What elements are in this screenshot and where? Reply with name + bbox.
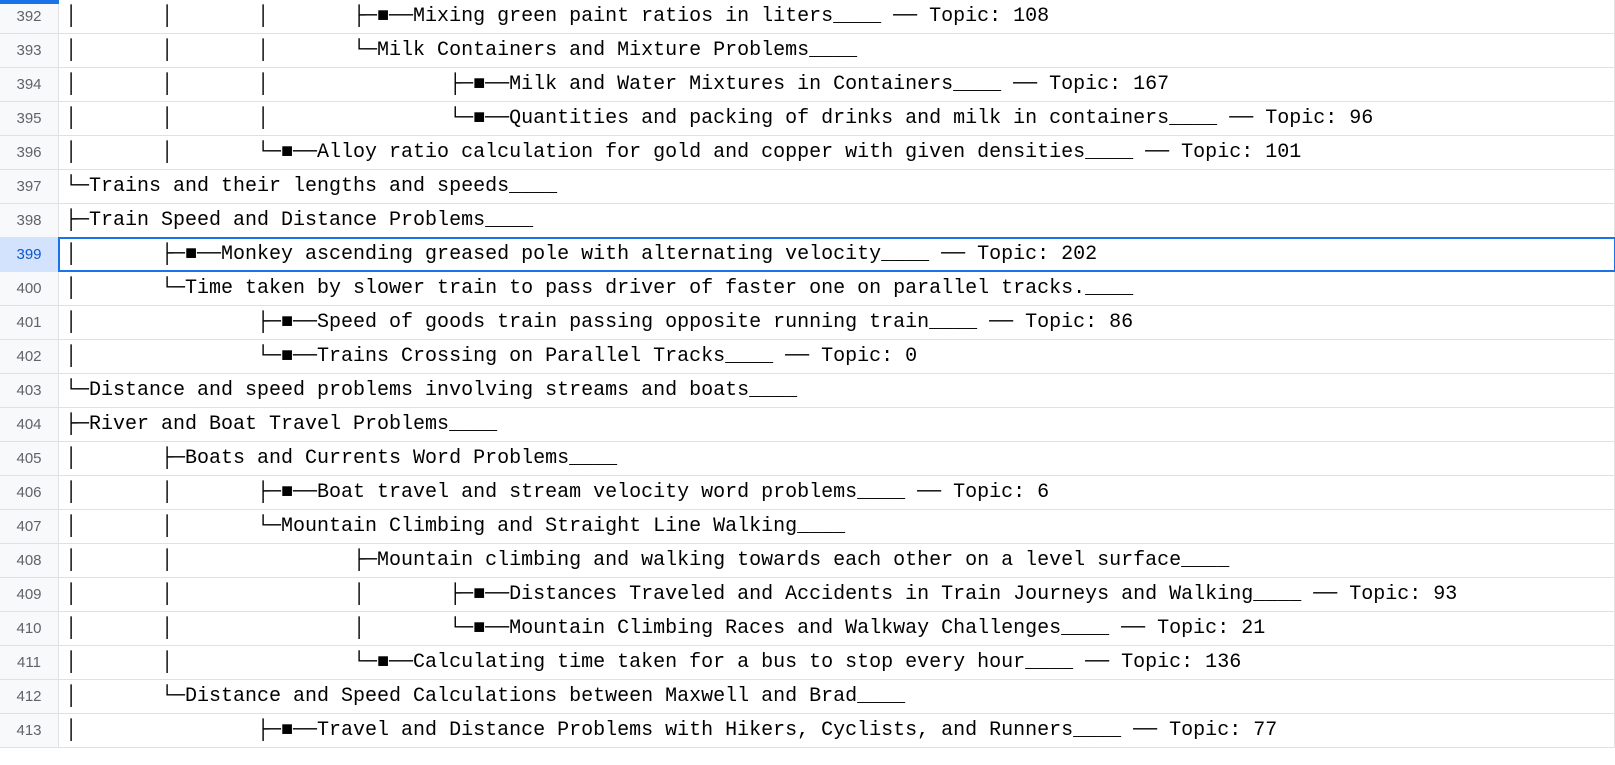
cell-content[interactable]: │ │ │ └─■──Quantities and packing of dri…: [59, 102, 1615, 135]
table-row[interactable]: 406│ │ ├─■──Boat travel and stream veloc…: [0, 476, 1615, 510]
cell-content[interactable]: │ │ │ └─■──Mountain Climbing Races and W…: [59, 612, 1615, 645]
table-row[interactable]: 403└─Distance and speed problems involvi…: [0, 374, 1615, 408]
table-row[interactable]: 404├─River and Boat Travel Problems____: [0, 408, 1615, 442]
cell-content[interactable]: │ │ └─Mountain Climbing and Straight Lin…: [59, 510, 1615, 543]
row-header[interactable]: 410: [0, 612, 59, 645]
table-row[interactable]: 410│ │ │ └─■──Mountain Climbing Races an…: [0, 612, 1615, 646]
row-header[interactable]: 413: [0, 714, 59, 747]
row-header[interactable]: 411: [0, 646, 59, 679]
cell-content[interactable]: │ └─■──Trains Crossing on Parallel Track…: [59, 340, 1615, 373]
table-row[interactable]: 397└─Trains and their lengths and speeds…: [0, 170, 1615, 204]
table-row[interactable]: 411│ │ └─■──Calculating time taken for a…: [0, 646, 1615, 680]
cell-content[interactable]: │ │ │ ├─■──Distances Traveled and Accide…: [59, 578, 1615, 611]
cell-content[interactable]: └─Distance and speed problems involving …: [59, 374, 1615, 407]
table-row[interactable]: 405│ ├─Boats and Currents Word Problems_…: [0, 442, 1615, 476]
selection-indicator-top: [0, 0, 59, 4]
cell-content[interactable]: │ ├─■──Monkey ascending greased pole wit…: [59, 238, 1615, 271]
table-row[interactable]: 402│ └─■──Trains Crossing on Parallel Tr…: [0, 340, 1615, 374]
spreadsheet-grid[interactable]: 392│ │ │ ├─■──Mixing green paint ratios …: [0, 0, 1615, 765]
table-row[interactable]: 398├─Train Speed and Distance Problems__…: [0, 204, 1615, 238]
row-header[interactable]: 392: [0, 0, 59, 33]
table-row[interactable]: 409│ │ │ ├─■──Distances Traveled and Acc…: [0, 578, 1615, 612]
table-row[interactable]: 395│ │ │ └─■──Quantities and packing of …: [0, 102, 1615, 136]
row-header[interactable]: 398: [0, 204, 59, 237]
cell-content[interactable]: │ ├─■──Travel and Distance Problems with…: [59, 714, 1615, 747]
table-row[interactable]: 407│ │ └─Mountain Climbing and Straight …: [0, 510, 1615, 544]
table-row[interactable]: 408│ │ ├─Mountain climbing and walking t…: [0, 544, 1615, 578]
cell-content[interactable]: │ │ │ └─Milk Containers and Mixture Prob…: [59, 34, 1615, 67]
table-row[interactable]: 394│ │ │ ├─■──Milk and Water Mixtures in…: [0, 68, 1615, 102]
table-row[interactable]: 399│ ├─■──Monkey ascending greased pole …: [0, 238, 1615, 272]
row-header[interactable]: 401: [0, 306, 59, 339]
row-header[interactable]: 399: [0, 238, 59, 271]
table-row[interactable]: 413│ ├─■──Travel and Distance Problems w…: [0, 714, 1615, 748]
row-header[interactable]: 409: [0, 578, 59, 611]
row-header[interactable]: 400: [0, 272, 59, 305]
cell-content[interactable]: │ ├─■──Speed of goods train passing oppo…: [59, 306, 1615, 339]
table-row[interactable]: 401│ ├─■──Speed of goods train passing o…: [0, 306, 1615, 340]
cell-content[interactable]: │ │ │ ├─■──Milk and Water Mixtures in Co…: [59, 68, 1615, 101]
cell-content[interactable]: │ │ └─■──Calculating time taken for a bu…: [59, 646, 1615, 679]
row-header[interactable]: 403: [0, 374, 59, 407]
cell-content[interactable]: │ ├─Boats and Currents Word Problems____: [59, 442, 1615, 475]
row-header[interactable]: 412: [0, 680, 59, 713]
row-header[interactable]: 393: [0, 34, 59, 67]
row-header[interactable]: 396: [0, 136, 59, 169]
cell-content[interactable]: │ └─Distance and Speed Calculations betw…: [59, 680, 1615, 713]
row-header[interactable]: 407: [0, 510, 59, 543]
cell-content[interactable]: ├─River and Boat Travel Problems____: [59, 408, 1615, 441]
row-header[interactable]: 406: [0, 476, 59, 509]
cell-content[interactable]: └─Trains and their lengths and speeds___…: [59, 170, 1615, 203]
table-row[interactable]: 412│ └─Distance and Speed Calculations b…: [0, 680, 1615, 714]
table-row[interactable]: 393│ │ │ └─Milk Containers and Mixture P…: [0, 34, 1615, 68]
table-row[interactable]: 392│ │ │ ├─■──Mixing green paint ratios …: [0, 0, 1615, 34]
row-header[interactable]: 395: [0, 102, 59, 135]
row-header[interactable]: 405: [0, 442, 59, 475]
cell-content[interactable]: │ │ │ ├─■──Mixing green paint ratios in …: [59, 0, 1615, 33]
row-header[interactable]: 404: [0, 408, 59, 441]
cell-content[interactable]: ├─Train Speed and Distance Problems____: [59, 204, 1615, 237]
cell-content[interactable]: │ │ └─■──Alloy ratio calculation for gol…: [59, 136, 1615, 169]
table-row[interactable]: 396│ │ └─■──Alloy ratio calculation for …: [0, 136, 1615, 170]
table-row[interactable]: 400│ └─Time taken by slower train to pas…: [0, 272, 1615, 306]
cell-content[interactable]: │ └─Time taken by slower train to pass d…: [59, 272, 1615, 305]
row-header[interactable]: 408: [0, 544, 59, 577]
row-header[interactable]: 397: [0, 170, 59, 203]
cell-content[interactable]: │ │ ├─■──Boat travel and stream velocity…: [59, 476, 1615, 509]
cell-content[interactable]: │ │ ├─Mountain climbing and walking towa…: [59, 544, 1615, 577]
row-header[interactable]: 394: [0, 68, 59, 101]
row-header[interactable]: 402: [0, 340, 59, 373]
